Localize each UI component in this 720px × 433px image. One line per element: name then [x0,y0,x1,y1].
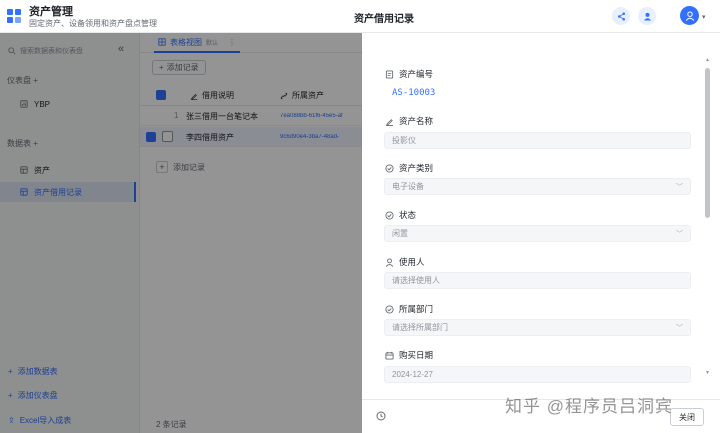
record-detail-panel: 资产编号 AS-10003 资产名称 投影仪 资产类别 电子设备 ﹀ 状态 闲置 ﹀… [362,33,720,433]
panel-title: 资产借用记录 [354,14,414,25]
field-label-asset-name: 资产名称 [385,115,433,127]
share-button[interactable] [612,7,630,25]
user-picker[interactable]: 请选择使用人 [384,272,691,289]
asset-no-value: AS-10003 [384,84,691,101]
share-icon [617,12,625,20]
chevron-down-icon: ﹀ [676,324,683,332]
calendar-icon [385,351,394,360]
purchase-date-input[interactable]: 2024-12-27 [384,366,691,383]
chevron-down-icon[interactable]: ▾ [702,13,706,21]
member-button[interactable] [638,7,656,25]
field-label-user: 使用人 [385,256,425,268]
top-bar: 资产管理 固定资产、设备领用和资产盘点管理 资产借用记录 ▾ [0,0,720,33]
background-workspace: 搜索数据表和仪表盘 « 仪表盘 + YBP 数据表 + 资产 资产借用记录 + 添… [0,33,362,433]
check-circle-icon [385,210,394,220]
app-subtitle: 固定资产、设备领用和资产盘点管理 [29,19,157,28]
status-select[interactable]: 闲置 ﹀ [384,225,691,242]
avatar[interactable] [680,6,699,25]
chevron-down-icon: ﹀ [676,183,683,191]
user-icon [385,257,394,267]
user-icon [643,12,651,21]
document-icon [385,69,394,79]
close-button[interactable]: 关闭 [670,408,704,426]
edit-icon [385,118,394,126]
check-circle-icon [385,163,394,173]
modal-overlay[interactable] [0,33,362,433]
field-label-asset-no: 资产编号 [385,68,433,80]
asset-name-input[interactable]: 投影仪 [384,132,691,149]
field-label-status: 状态 [385,209,416,221]
user-icon [685,11,694,21]
category-select[interactable]: 电子设备 ﹀ [384,178,691,195]
scroll-down-icon[interactable]: ▼ [705,370,710,376]
department-select[interactable]: 请选择所属部门 ﹀ [384,319,691,336]
scrollbar-thumb[interactable] [705,68,710,218]
history-icon[interactable] [376,411,386,421]
app-title: 资产管理 [29,6,73,18]
field-label-category: 资产类别 [385,162,433,174]
check-circle-icon [385,304,394,314]
chevron-down-icon: ﹀ [676,230,683,238]
field-label-purchase-date: 购买日期 [385,349,433,361]
app-grid-icon [7,9,21,23]
watermark: 知乎 @程序员吕洞宾 [505,397,673,416]
field-label-department: 所属部门 [385,303,433,315]
scroll-up-icon[interactable]: ▲ [705,57,710,63]
